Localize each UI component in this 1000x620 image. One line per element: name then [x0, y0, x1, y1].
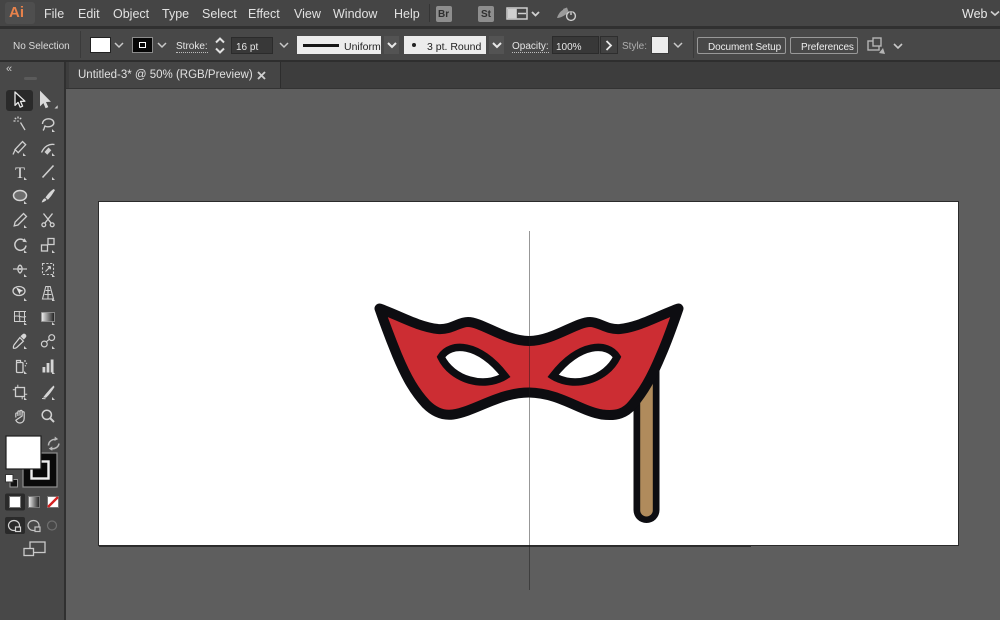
- svg-text:«: «: [6, 63, 12, 75]
- svg-text:T: T: [15, 165, 25, 182]
